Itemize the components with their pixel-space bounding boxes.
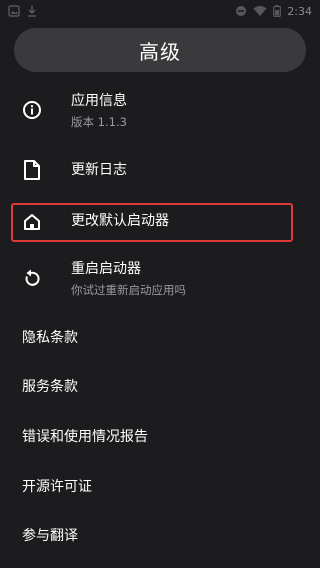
info-icon [20,98,44,122]
restart-icon [20,266,44,290]
privacy-policy-item[interactable]: 隐私条款 [22,329,78,347]
restart-launcher-item[interactable]: 重启启动器 你试过重新启动应用吗 [0,258,320,298]
terms-of-service-item[interactable]: 服务条款 [22,378,78,396]
app-version-text: 版本 1.1.3 [71,115,127,129]
status-time: 2:34 [287,4,312,18]
page-title: 高级 [139,39,181,64]
app-info-label: 应用信息 [71,93,127,109]
wifi-icon [253,2,267,21]
error-usage-report-item[interactable]: 错误和使用情况报告 [22,428,148,446]
app-info-item[interactable]: 应用信息 版本 1.1.3 [0,88,320,129]
gallery-icon [8,2,20,21]
changelog-item[interactable]: 更新日志 [0,152,320,188]
status-bar: 2:34 [0,0,320,22]
download-icon [26,2,38,21]
highlight-box [11,203,293,242]
do-not-disturb-icon [235,2,247,21]
status-left [8,2,38,21]
restart-launcher-label: 重启启动器 [71,261,141,277]
file-icon [20,158,44,182]
translate-item[interactable]: 参与翻译 [22,527,78,545]
page-title-bar: 高级 [14,28,306,72]
status-right: 2:34 [235,2,312,21]
changelog-label: 更新日志 [71,162,127,178]
open-source-licenses-item[interactable]: 开源许可证 [22,478,92,496]
restart-launcher-subtext: 你试过重新启动应用吗 [71,283,186,297]
battery-icon [273,2,282,21]
